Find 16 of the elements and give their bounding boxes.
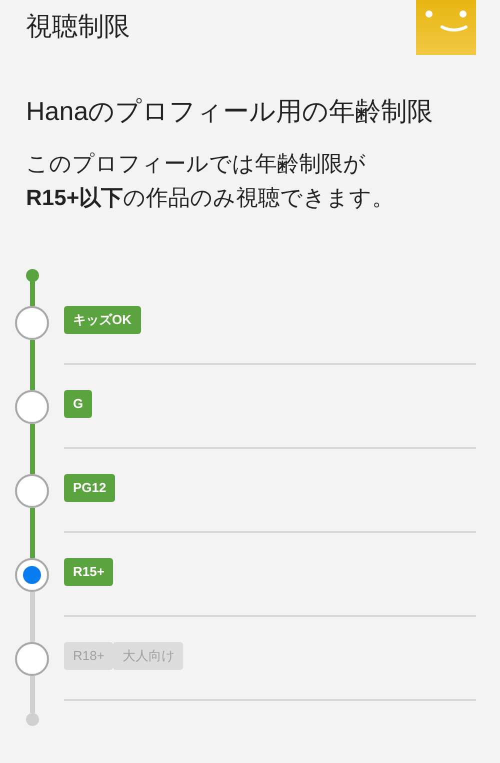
rating-badge: G bbox=[64, 390, 92, 418]
rating-badge: R18+ bbox=[64, 642, 114, 670]
rating-badge: 大人向け bbox=[113, 642, 184, 670]
level-radio[interactable] bbox=[15, 642, 49, 676]
level-radio[interactable] bbox=[15, 474, 49, 508]
level-radio[interactable] bbox=[15, 306, 49, 340]
rating-badge: R15+ bbox=[64, 558, 114, 586]
smiley-avatar-icon[interactable] bbox=[416, 0, 476, 55]
rating-badge: キッズOK bbox=[64, 306, 140, 334]
level-radio[interactable] bbox=[15, 390, 49, 424]
level-radio[interactable] bbox=[15, 558, 49, 592]
track-segment bbox=[30, 281, 34, 306]
description-text: このプロフィールでは年齢制限が R15+以下の作品のみ視聴できます。 bbox=[25, 150, 396, 212]
rating-badge: PG12 bbox=[64, 474, 116, 502]
section-heading: Hanaのプロフィール用の年齢制限 bbox=[25, 95, 434, 128]
page-title: 視聴制限 bbox=[26, 10, 130, 43]
